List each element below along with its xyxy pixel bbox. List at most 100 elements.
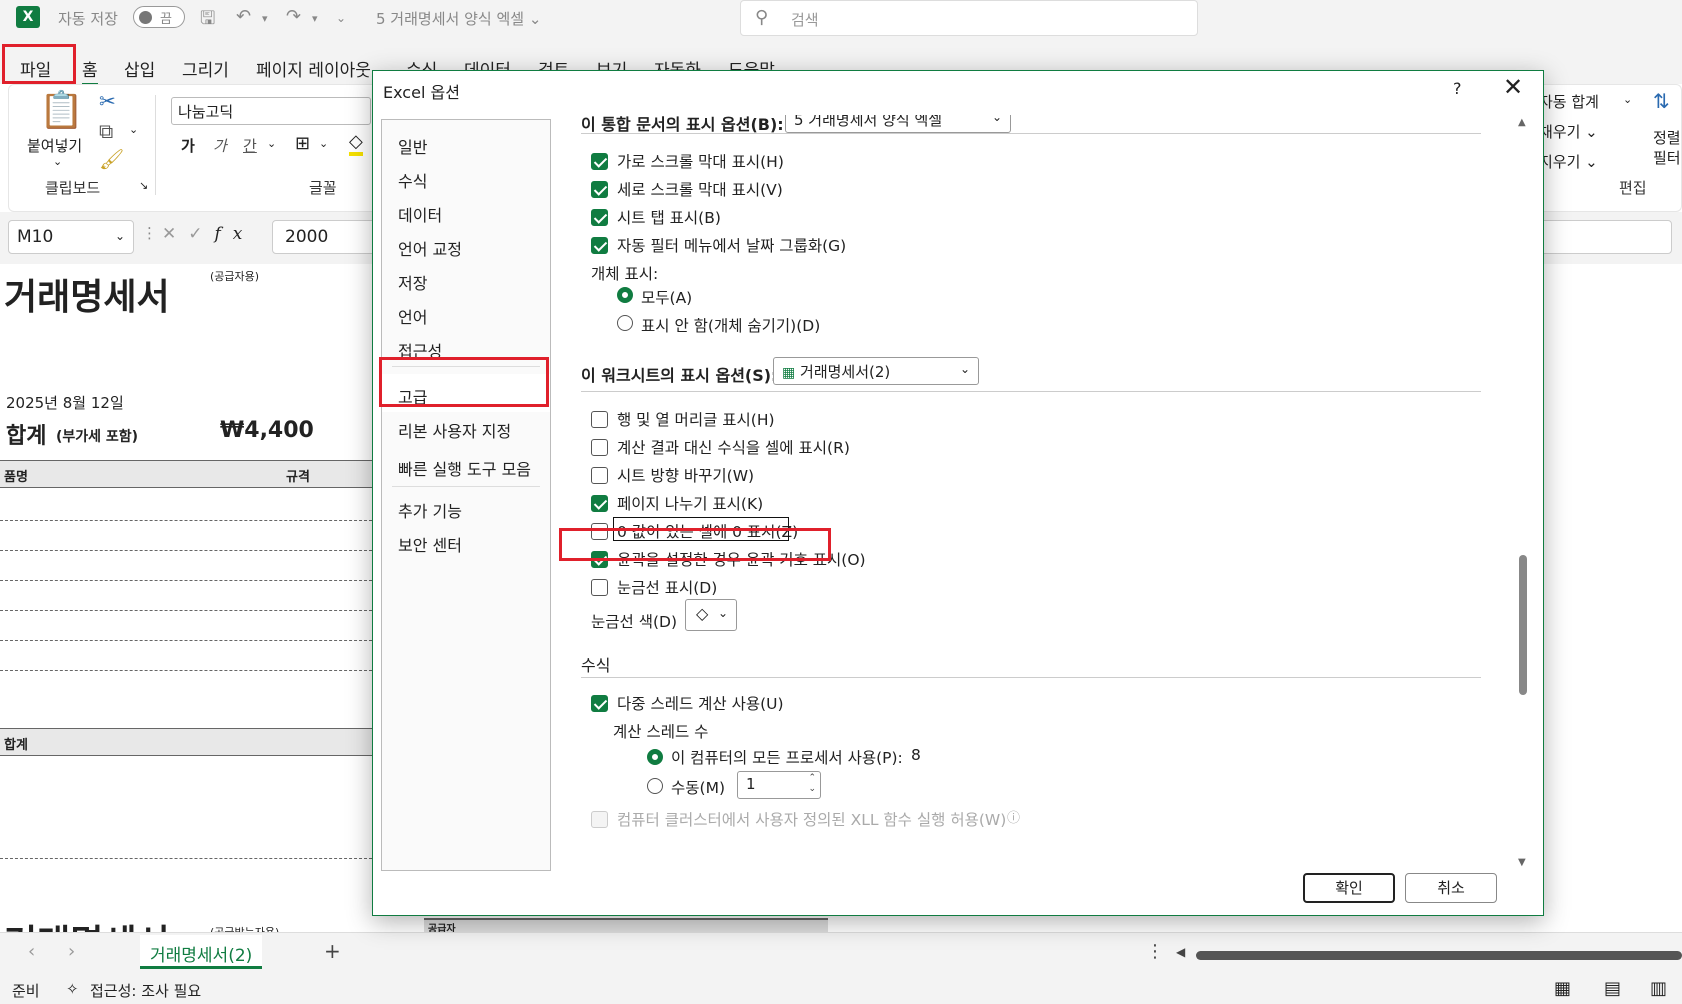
horizontal-scrollbar[interactable] — [1196, 951, 1682, 960]
fill-color-icon[interactable]: ◇ — [349, 131, 363, 156]
scroll-left-icon[interactable]: ◀ — [1176, 945, 1185, 959]
search-placeholder: 검색 — [791, 11, 819, 29]
tab-home[interactable]: 홈 — [82, 56, 98, 86]
normal-view-icon[interactable]: ▦ — [1554, 978, 1571, 999]
workbook-select[interactable]: 5 거래명세서 양식 엑셀 ⌄ — [785, 115, 1011, 133]
right-to-left-checkbox[interactable] — [591, 467, 608, 484]
autosum-button[interactable]: 자동 합계 — [1539, 91, 1599, 112]
scroll-down-icon[interactable]: ▼ — [1518, 857, 1526, 868]
nav-add-ins[interactable]: 추가 기능 — [398, 498, 462, 522]
supplier-copy-label: (공급자용) — [210, 270, 260, 283]
italic-button[interactable]: 가 — [213, 135, 227, 156]
fill-button[interactable]: 채우기 ⌄ — [1539, 121, 1598, 142]
cut-icon[interactable]: ✂ — [99, 89, 116, 113]
nav-language[interactable]: 언어 — [398, 304, 427, 328]
autosum-dropdown-icon[interactable]: ⌄ — [1623, 93, 1632, 106]
document-title[interactable]: 5 거래명세서 양식 엑셀 ⌄ — [376, 8, 541, 29]
format-painter-icon[interactable]: 🖌 — [99, 147, 124, 171]
search-box[interactable]: ⚲ 검색 — [740, 0, 1198, 36]
objects-all-radio[interactable] — [617, 287, 633, 303]
nav-proofing[interactable]: 언어 교정 — [398, 236, 462, 260]
borders-dropdown-icon[interactable]: ⌄ — [319, 137, 328, 150]
undo-dropdown-icon[interactable]: ▾ — [262, 12, 268, 25]
manual-threads-radio[interactable] — [647, 778, 663, 794]
excel-options-dialog: Excel 옵션 ? ✕ 일반 수식 데이터 언어 교정 저장 언어 접근성 고… — [372, 70, 1544, 916]
worksheet-select[interactable]: ▦ 거래명세서(2) ⌄ — [773, 357, 979, 385]
gridline-color-picker[interactable]: ◇ ⌄ — [685, 599, 737, 631]
paste-icon[interactable]: 📋 — [39, 89, 84, 131]
insert-function-icon[interactable]: fx — [215, 224, 255, 244]
cancel-button[interactable]: 취소 — [1405, 873, 1497, 903]
sheet-tab-active[interactable]: 거래명세서(2) — [140, 935, 263, 969]
borders-icon[interactable]: ⊞ — [295, 133, 310, 154]
sheet-tabs-checkbox[interactable] — [591, 209, 608, 226]
copy-dropdown-icon[interactable]: ⌄ — [129, 123, 138, 136]
processor-count: 8 — [911, 746, 921, 764]
undo-icon[interactable]: ↶ — [236, 6, 251, 27]
show-formulas-checkbox[interactable] — [591, 439, 608, 456]
page-breaks-checkbox[interactable] — [591, 495, 608, 512]
prev-sheet-icon[interactable]: ‹ — [28, 941, 35, 962]
clipboard-launcher-icon[interactable]: ↘ — [139, 179, 148, 192]
next-sheet-icon[interactable]: › — [68, 941, 75, 962]
close-icon[interactable]: ✕ — [1503, 73, 1523, 101]
save-icon[interactable]: 🖫 — [200, 6, 215, 36]
redo-icon[interactable]: ↷ — [286, 6, 301, 27]
accessibility-status[interactable]: 접근성: 조사 필요 — [90, 980, 201, 1001]
tab-draw[interactable]: 그리기 — [182, 56, 229, 81]
page-layout-view-icon[interactable]: ▤ — [1604, 978, 1621, 999]
nav-customize-ribbon[interactable]: 리본 사용자 지정 — [398, 418, 511, 442]
tab-page-layout[interactable]: 페이지 레이아웃 — [256, 56, 371, 81]
cancel-entry-icon[interactable]: ✕ — [162, 224, 188, 244]
name-box-dropdown-icon[interactable]: ⌄ — [115, 229, 125, 243]
scroll-up-icon[interactable]: ▲ — [1518, 117, 1526, 128]
table-row — [0, 858, 372, 859]
nav-general[interactable]: 일반 — [398, 134, 427, 158]
col-item-header: 품명 — [4, 470, 28, 485]
copy-icon[interactable]: ⧉ — [99, 119, 113, 143]
more-options-icon[interactable]: ⋮ — [1146, 941, 1164, 962]
multithread-checkbox[interactable] — [591, 695, 608, 712]
group-dates-checkbox[interactable] — [591, 237, 608, 254]
sort-filter-button[interactable]: 정렬 — [1653, 127, 1681, 148]
ok-button[interactable]: 확인 — [1303, 873, 1395, 903]
sum-row: 합계 — [0, 728, 372, 756]
nav-quick-access-toolbar[interactable]: 빠른 실행 도구 모음 — [398, 456, 531, 480]
clear-button[interactable]: 지우기 ⌄ — [1539, 151, 1598, 172]
objects-none-radio[interactable] — [617, 315, 633, 331]
vscroll-checkbox[interactable] — [591, 181, 608, 198]
underline-button[interactable]: 간 — [243, 135, 257, 156]
help-button[interactable]: ? — [1453, 79, 1462, 98]
all-processors-radio[interactable] — [647, 749, 663, 765]
accessibility-icon[interactable]: ✧ — [66, 980, 79, 998]
underline-dropdown-icon[interactable]: ⌄ — [267, 137, 276, 150]
options-scrollbar[interactable]: ▲ ▼ — [1515, 117, 1531, 871]
nav-save[interactable]: 저장 — [398, 270, 427, 294]
table-row — [0, 550, 372, 551]
manual-threads-spinner[interactable]: 1 ⌃ ⌄ — [737, 771, 821, 799]
paste-button[interactable]: 붙여넣기 — [27, 135, 82, 156]
row-col-headers-checkbox[interactable] — [591, 411, 608, 428]
name-box[interactable]: M10 ⌄ — [8, 220, 134, 254]
spinner-arrows-icon[interactable]: ⌃ ⌄ — [808, 773, 816, 795]
manual-threads-value: 1 — [746, 775, 756, 793]
nav-data[interactable]: 데이터 — [398, 202, 442, 226]
scrollbar-thumb[interactable] — [1519, 555, 1527, 695]
nav-formulas[interactable]: 수식 — [398, 168, 427, 192]
tab-insert[interactable]: 삽입 — [124, 56, 155, 81]
font-name-box[interactable]: 나눔고딕 — [171, 97, 371, 125]
nav-trust-center[interactable]: 보안 센터 — [398, 532, 462, 556]
redo-dropdown-icon[interactable]: ▾ — [312, 12, 318, 25]
bold-button[interactable]: 가 — [181, 135, 195, 156]
customize-toolbar-icon[interactable]: ⌄ — [336, 11, 346, 25]
paste-dropdown-icon[interactable]: ⌄ — [53, 155, 62, 168]
page-break-view-icon[interactable]: ▥ — [1650, 978, 1667, 999]
page-breaks-label: 페이지 나누기 표시(K) — [617, 495, 764, 513]
gridlines-checkbox[interactable] — [591, 579, 608, 596]
hscroll-checkbox[interactable] — [591, 153, 608, 170]
autosave-toggle[interactable]: 끔 — [133, 6, 185, 28]
add-sheet-button[interactable]: + — [324, 939, 341, 963]
confirm-entry-icon[interactable]: ✓ — [188, 224, 214, 244]
sort-filter-icon[interactable]: ⇅ — [1653, 89, 1670, 113]
multithread-label: 다중 스레드 계산 사용(U) — [617, 695, 784, 713]
